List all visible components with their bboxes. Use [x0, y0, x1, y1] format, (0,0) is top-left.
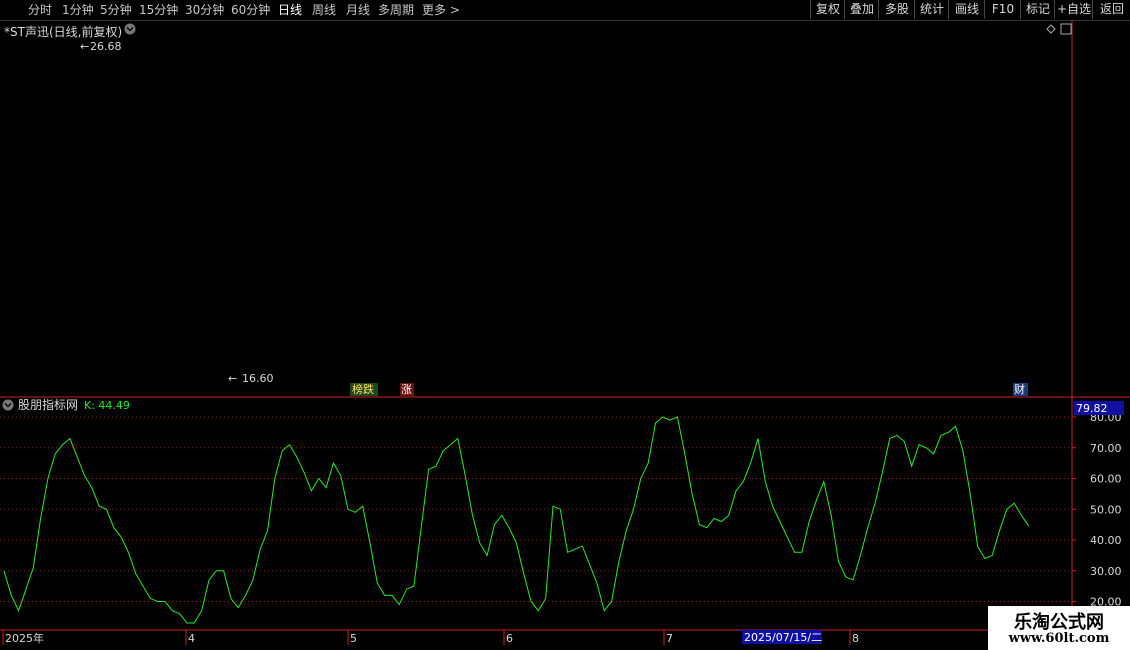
diamond-icon [1046, 24, 1056, 34]
ind-y-tick-label-4: 60.00 [1090, 473, 1122, 486]
period-tab-2[interactable]: 5分钟 [100, 2, 132, 18]
toolbar-button-6[interactable]: 标记 [1020, 0, 1055, 19]
min-price-label: 16.60 [242, 372, 274, 385]
watermark-line2: www.60lt.com [1008, 631, 1110, 646]
event-tag-2: 财 [1014, 382, 1025, 396]
chart-canvas: 18.0019.0020.0021.0022.0023.0024.0025.00… [0, 20, 1130, 645]
ind-y-tick-label-3: 50.00 [1090, 503, 1122, 516]
toolbar-button-1[interactable]: 叠加 [844, 0, 879, 19]
toolbar-button-4[interactable]: 画线 [948, 0, 985, 19]
event-tag-1: 涨 [401, 383, 412, 396]
x-axis-label-3: 6 [506, 632, 513, 645]
indicator-dropdown-icon [2, 399, 14, 411]
toolbar-button-2[interactable]: 多股 [878, 0, 915, 19]
indicator-value-label: K: 44.49 [84, 399, 130, 412]
x-axis-label-1: 4 [188, 632, 195, 645]
toolbar-button-0[interactable]: 复权 [810, 0, 845, 19]
period-toolbar: 分时 1分钟 5分钟 15分钟 30分钟 60分钟 日线 周线 月线 多周期 更多 > 复权 叠加 多股统… [0, 0, 1130, 21]
toolbar-button-8[interactable]: 返回 [1092, 0, 1130, 19]
x-axis-label-5: 8 [852, 632, 859, 645]
ind-y-tick-label-2: 40.00 [1090, 534, 1122, 547]
period-tab-10[interactable]: 更多 > [422, 2, 460, 18]
ind-y-tick-label-1: 30.00 [1090, 565, 1122, 578]
period-tab-9[interactable]: 多周期 [378, 2, 414, 18]
period-tab-3[interactable]: 15分钟 [139, 2, 178, 18]
cursor-date-label: 2025/07/15/二 [744, 631, 822, 644]
main-title: *ST声迅(日线,前复权) [4, 24, 122, 39]
panel-window-icon [1060, 23, 1072, 35]
ind-y-tick-label-5: 70.00 [1090, 442, 1122, 455]
event-tag-0: 榜跌 [352, 382, 374, 396]
period-tab-1[interactable]: 1分钟 [62, 2, 94, 18]
max-arrow-icon: ← [80, 40, 89, 53]
last-value-label: 79.82 [1076, 402, 1108, 415]
x-axis-label-4: 7 [666, 632, 673, 645]
min-arrow-icon: ← [228, 372, 237, 385]
period-tab-6[interactable]: 日线 [278, 2, 302, 18]
x-axis-label-0: 2025年 [5, 631, 44, 645]
max-price-label: 26.68 [90, 40, 122, 53]
period-tab-5[interactable]: 60分钟 [231, 2, 270, 18]
period-tab-0[interactable]: 分时 [28, 2, 52, 18]
title-dropdown-icon [124, 23, 136, 35]
period-tab-4[interactable]: 30分钟 [185, 2, 224, 18]
toolbar-button-3[interactable]: 统计 [914, 0, 949, 19]
watermark: 乐淘公式网 www.60lt.com [988, 606, 1130, 650]
x-axis-label-2: 5 [350, 632, 357, 645]
stock-chart-app: 分时 1分钟 5分钟 15分钟 30分钟 60分钟 日线 周线 月线 多周期 更多 > 复权 叠加 多股统… [0, 0, 1130, 650]
indicator-title: 股朋指标网 [18, 397, 78, 412]
period-tab-7[interactable]: 周线 [312, 2, 336, 18]
period-tab-8[interactable]: 月线 [346, 2, 370, 18]
toolbar-button-7[interactable]: +自选 [1054, 0, 1093, 19]
toolbar-button-5[interactable]: F10 [984, 0, 1021, 19]
